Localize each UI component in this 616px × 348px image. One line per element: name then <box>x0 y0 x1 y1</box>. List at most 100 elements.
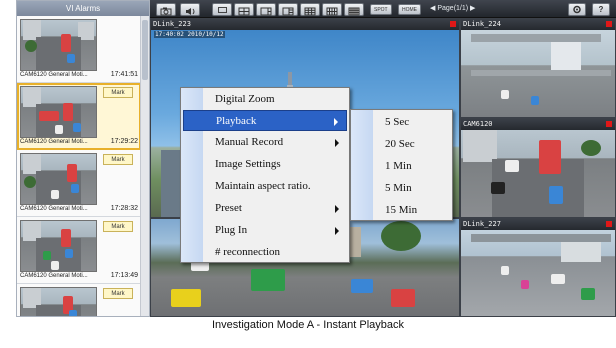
submenu-item-1-min[interactable]: 1 Min <box>353 155 450 177</box>
figure-caption: Investigation Mode A - Instant Playback <box>211 319 404 331</box>
submenu-arrow-icon <box>335 205 339 213</box>
menu-item-reconnection[interactable]: # reconnection <box>183 242 347 263</box>
alarm-time: 17:29:22 <box>110 138 138 145</box>
layout-quad-icon <box>238 7 250 16</box>
playback-submenu: 5 Sec 20 Sec 1 Min 5 Min 15 Min <box>350 109 453 221</box>
menu-item-label: Plug In <box>215 224 248 236</box>
layout-5x5-button[interactable] <box>344 3 364 16</box>
alarm-thumbnail[interactable] <box>20 153 97 205</box>
menu-item-preset[interactable]: Preset <box>183 198 347 219</box>
submenu-item-15-min[interactable]: 15 Min <box>353 199 450 221</box>
menu-item-playback[interactable]: Playback <box>183 110 347 131</box>
alarm-thumbnail[interactable] <box>20 287 97 316</box>
menu-item-digital-zoom[interactable]: Digital Zoom <box>183 89 347 110</box>
page-indicator: Page(1/1) <box>437 5 469 12</box>
menu-item-label: # reconnection <box>215 246 281 258</box>
tile-title: DLink_227 <box>461 219 615 230</box>
layout-2x2-button[interactable] <box>234 3 254 16</box>
record-indicator <box>450 21 456 27</box>
record-indicator <box>606 121 612 127</box>
alarm-event-label: General Moti... <box>48 206 88 212</box>
alarm-item[interactable]: Mark CAM6120 General Moti... 17:13:49 <box>17 217 141 284</box>
layout-grid-icon <box>326 7 338 16</box>
tile-title: CAM6120 <box>461 119 615 130</box>
help-button[interactable]: ? <box>592 3 610 16</box>
menu-item-label: Digital Zoom <box>215 93 275 105</box>
alarm-item[interactable]: Mark <box>17 284 141 316</box>
scrollbar-thumb[interactable] <box>142 20 148 80</box>
alarm-thumbnail[interactable] <box>20 19 97 71</box>
submenu-arrow-icon <box>335 227 339 235</box>
submenu-item-20-sec[interactable]: 20 Sec <box>353 133 450 155</box>
tile-title: DLink_224 <box>461 19 615 30</box>
menu-item-label: Preset <box>215 202 242 214</box>
video-tile-mid-right[interactable]: CAM6120 <box>460 118 616 218</box>
gear-icon <box>573 5 581 14</box>
toolbar: SPOT HOME ◀ Page(1/1) ▶ ? <box>150 0 616 18</box>
alarm-panel-title: VI Alarms <box>17 1 149 16</box>
submenu-arrow-icon <box>334 118 338 126</box>
layout-3x3-button[interactable] <box>300 3 320 16</box>
camera-icon <box>160 7 172 16</box>
menu-item-image-settings[interactable]: Image Settings <box>183 154 347 175</box>
alarm-thumbnail[interactable] <box>20 86 97 138</box>
menu-item-maintain-aspect-ratio[interactable]: Maintain aspect ratio. <box>183 176 347 197</box>
next-page-icon[interactable]: ▶ <box>470 5 475 12</box>
alarm-time: 17:41:51 <box>110 71 138 78</box>
menu-item-manual-record[interactable]: Manual Record <box>183 132 347 153</box>
mark-button[interactable]: Mark <box>103 87 133 98</box>
alarm-camera: CAM6120 <box>20 273 47 279</box>
alarm-camera: CAM6120 <box>20 206 47 212</box>
alarm-thumbnail[interactable] <box>20 220 97 272</box>
alarm-event-label: General Moti... <box>48 72 88 78</box>
alarm-event-label: General Moti... <box>48 273 88 279</box>
video-timestamp: 17:40:02 2010/10/12 <box>154 31 225 38</box>
layout-grid-icon <box>282 7 294 16</box>
alarm-event-label: General Moti... <box>48 139 88 145</box>
prev-page-icon[interactable]: ◀ <box>430 5 435 12</box>
home-button[interactable]: HOME <box>398 4 421 15</box>
video-feed <box>461 130 615 217</box>
mark-button[interactable]: Mark <box>103 288 133 299</box>
alarm-panel: VI Alarms CAM6120 General Moti... 17:41:… <box>16 0 150 317</box>
spot-button[interactable]: SPOT <box>370 4 392 15</box>
audio-button[interactable] <box>180 3 200 16</box>
mark-button[interactable]: Mark <box>103 154 133 165</box>
alarm-time: 17:13:49 <box>110 272 138 279</box>
menu-item-label: Playback <box>216 115 257 127</box>
layout-grid-icon <box>304 7 316 16</box>
submenu-arrow-icon <box>335 139 339 147</box>
help-icon: ? <box>598 5 604 14</box>
record-indicator <box>606 221 612 227</box>
alarm-list: CAM6120 General Moti... 17:41:51 Mark CA… <box>17 16 141 316</box>
alarm-item-selected[interactable]: Mark CAM6120 General Moti... 17:29:22 <box>17 83 141 150</box>
alarm-scrollbar[interactable] <box>140 16 149 316</box>
layout-single-icon <box>218 7 227 13</box>
screenshot-stage: VI Alarms CAM6120 General Moti... 17:41:… <box>0 0 616 348</box>
mark-button[interactable]: Mark <box>103 221 133 232</box>
alarm-item[interactable]: Mark CAM6120 General Moti... 17:28:32 <box>17 150 141 217</box>
alarm-time: 17:28:32 <box>110 205 138 212</box>
menu-item-label: Image Settings <box>215 158 281 170</box>
alarm-camera: CAM6120 <box>20 72 47 78</box>
layout-1p7-button[interactable] <box>278 3 298 16</box>
submenu-item-5-min[interactable]: 5 Min <box>353 177 450 199</box>
alarm-item[interactable]: CAM6120 General Moti... 17:41:51 <box>17 16 141 83</box>
video-feed <box>461 30 615 117</box>
context-menu: Digital Zoom Playback Manual Record Imag… <box>180 87 350 263</box>
layout-1p5-button[interactable] <box>256 3 276 16</box>
layout-grid-icon <box>348 7 360 16</box>
menu-item-plug-in[interactable]: Plug In <box>183 220 347 241</box>
layout-4x4-button[interactable] <box>322 3 342 16</box>
record-indicator <box>606 21 612 27</box>
settings-button[interactable] <box>568 3 586 16</box>
layout-1x1-button[interactable] <box>212 3 232 16</box>
snapshot-button[interactable] <box>156 3 176 16</box>
submenu-item-5-sec[interactable]: 5 Sec <box>353 111 450 133</box>
menu-item-label: Manual Record <box>215 136 284 148</box>
tile-title: DLink_223 <box>151 19 459 30</box>
video-tile-top-right[interactable]: DLink_224 <box>460 18 616 118</box>
menu-item-label: Maintain aspect ratio. <box>215 180 311 192</box>
layout-grid-icon <box>260 7 272 16</box>
video-tile-bottom-right[interactable]: DLink_227 <box>460 218 616 317</box>
